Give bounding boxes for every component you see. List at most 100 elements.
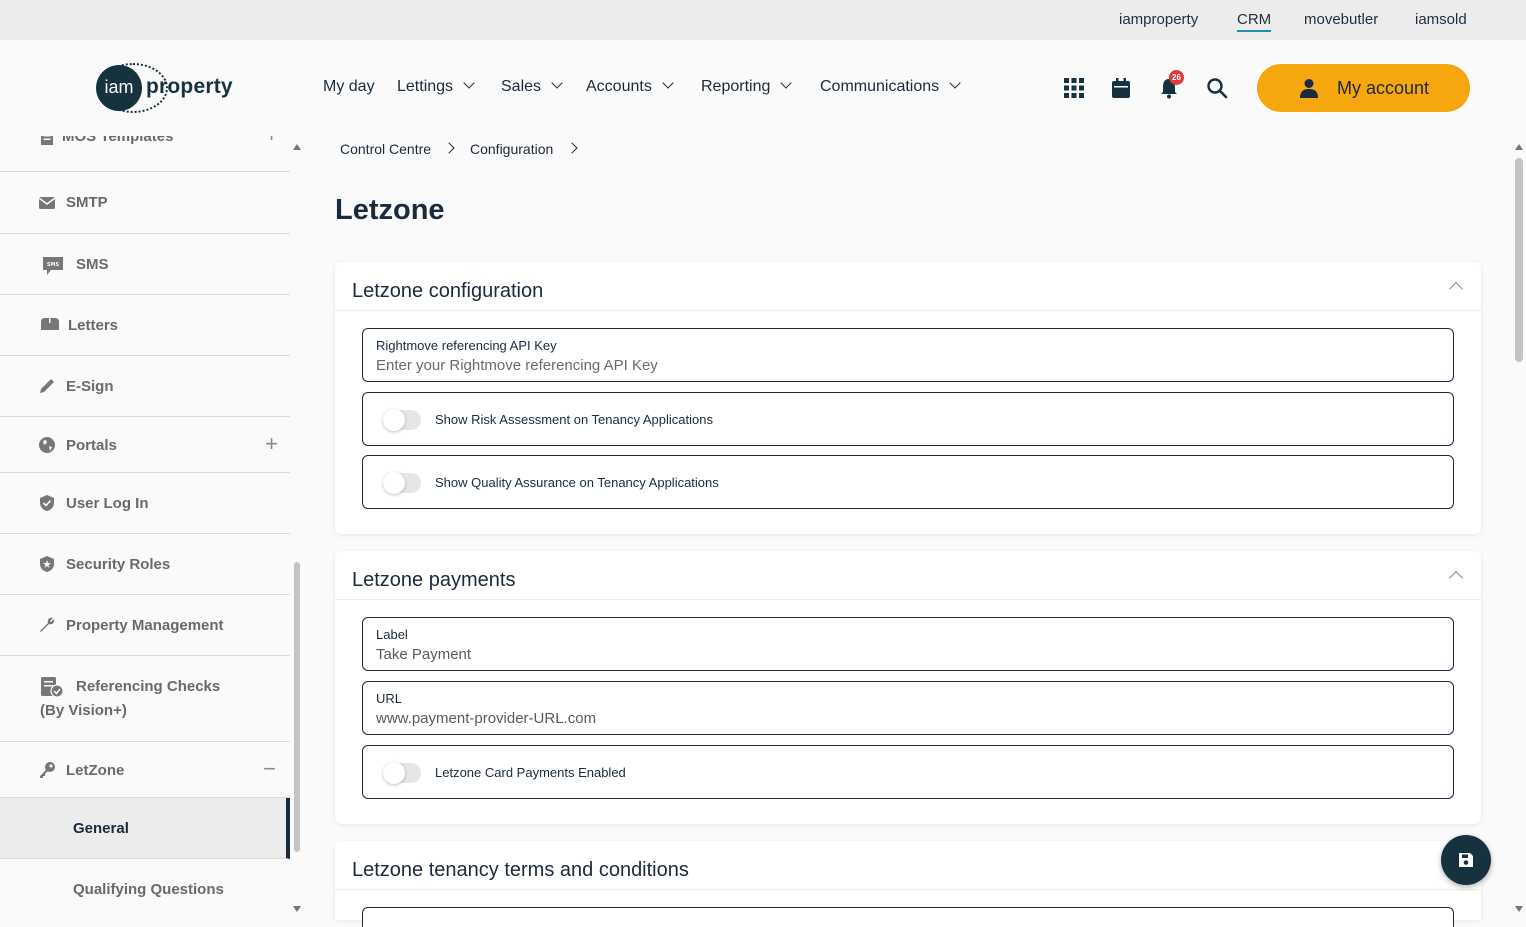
sidebar-item-mos-templates[interactable]: MOS Templates + <box>0 136 290 172</box>
my-account-label: My account <box>1337 78 1430 98</box>
my-account-button[interactable]: My account <box>1257 64 1470 112</box>
collapse-minus-icon[interactable]: − <box>263 756 276 782</box>
payment-url-input[interactable] <box>376 710 1436 727</box>
config-sidebar: MOS Templates + SMTP SMS SMS Letters E-S… <box>0 136 290 920</box>
sidebar-item-letters[interactable]: Letters <box>0 295 290 356</box>
breadcrumb-control-centre[interactable]: Control Centre <box>340 141 431 157</box>
letzone-payments-card: Letzone payments Label URL Letzone Card … <box>335 551 1481 824</box>
top-product-bar: iamproperty CRM movebutler iamsold <box>0 0 1526 40</box>
chevron-up-icon[interactable] <box>1448 570 1464 586</box>
apps-grid-icon[interactable] <box>1063 77 1085 99</box>
main-scroll-down-icon[interactable] <box>1515 906 1523 912</box>
card-payments-toggle-row[interactable]: Letzone Card Payments Enabled <box>362 745 1454 799</box>
topbar-link-iamsold[interactable]: iamsold <box>1415 11 1467 28</box>
toggle-knob <box>383 409 405 431</box>
chevron-down-icon <box>551 77 563 89</box>
field-label: Rightmove referencing API Key <box>376 338 557 353</box>
key-icon <box>40 762 55 778</box>
document-icon <box>41 136 53 145</box>
shield-icon <box>40 495 54 511</box>
topbar-link-movebutler[interactable]: movebutler <box>1304 11 1378 28</box>
sidebar-item-e-sign[interactable]: E-Sign <box>0 356 290 417</box>
sidebar-item-portals[interactable]: Portals + <box>0 417 290 473</box>
nav-label: My day <box>323 78 375 95</box>
section-title: Letzone payments <box>352 569 516 591</box>
save-button[interactable] <box>1441 835 1491 885</box>
expand-plus-icon[interactable]: + <box>265 431 278 457</box>
nav-label: Communications <box>820 78 940 95</box>
sidebar-item-security-roles[interactable]: Security Roles <box>0 534 290 595</box>
letzone-configuration-card: Letzone configuration Rightmove referenc… <box>335 262 1481 534</box>
sidebar-item-label: User Log In <box>66 495 149 512</box>
main-scrollbar[interactable] <box>1512 136 1526 920</box>
search-icon[interactable] <box>1206 77 1228 99</box>
main-scroll-up-icon[interactable] <box>1515 144 1523 150</box>
terms-field[interactable] <box>362 907 1454 927</box>
calendar-icon[interactable] <box>1110 77 1132 99</box>
sms-icon: SMS <box>43 257 63 275</box>
envelope-icon <box>38 197 56 209</box>
quality-assurance-toggle[interactable] <box>383 472 421 494</box>
section-divider <box>335 310 1481 311</box>
sidebar-item-label: Security Roles <box>66 556 171 573</box>
topbar-link-iamproperty[interactable]: iamproperty <box>1119 11 1198 28</box>
topbar-link-crm[interactable]: CRM <box>1237 11 1272 32</box>
nav-lettings[interactable]: Lettings <box>397 77 475 96</box>
toggle-knob <box>383 762 405 784</box>
section-divider <box>335 599 1481 600</box>
card-payments-toggle[interactable] <box>383 762 421 784</box>
floppy-disk-icon <box>1459 853 1473 867</box>
chevron-down-icon <box>463 77 475 89</box>
chevron-right-icon <box>566 142 578 154</box>
sidebar-subitem-qualifying-questions[interactable]: Qualifying Questions <box>0 859 290 920</box>
expand-plus-icon[interactable]: + <box>265 136 278 148</box>
sidebar-scrollbar[interactable] <box>290 136 304 920</box>
sidebar-item-label: General <box>73 820 129 837</box>
sidebar-item-label: MOS Templates <box>62 136 174 145</box>
chevron-down-icon <box>949 77 961 89</box>
sidebar-item-label: SMTP <box>66 194 108 211</box>
main-scroll-thumb[interactable] <box>1515 158 1523 362</box>
sidebar-item-label: Referencing Checks <box>76 678 221 695</box>
api-key-input[interactable] <box>376 357 1436 374</box>
sidebar-item-label: Letters <box>68 317 119 334</box>
field-label: URL <box>376 691 403 706</box>
payment-url-field[interactable]: URL <box>362 681 1454 735</box>
nav-label: Sales <box>501 78 542 95</box>
nav-accounts[interactable]: Accounts <box>586 77 674 96</box>
main-header: iam property My day Lettings Sales Accou… <box>0 40 1526 136</box>
sidebar-item-label: Property Management <box>66 617 224 634</box>
sidebar-item-referencing-checks[interactable]: Referencing Checks (By Vision+) <box>0 656 290 742</box>
sidebar-subitem-general[interactable]: General <box>0 798 290 859</box>
sidebar-item-property-management[interactable]: Property Management <box>0 595 290 656</box>
pencil-icon <box>40 379 54 393</box>
payment-label-input[interactable] <box>376 646 1436 663</box>
breadcrumb-configuration[interactable]: Configuration <box>470 141 553 157</box>
sidebar-scroll-down-icon[interactable] <box>293 906 301 912</box>
risk-assessment-toggle-row[interactable]: Show Risk Assessment on Tenancy Applicat… <box>362 392 1454 446</box>
chevron-down-icon <box>780 77 793 89</box>
mailbox-icon <box>41 317 59 330</box>
section-divider <box>335 889 1481 890</box>
nav-my-day[interactable]: My day <box>323 78 375 96</box>
chevron-right-icon <box>443 142 455 154</box>
sidebar-item-smtp[interactable]: SMTP <box>0 172 290 234</box>
quality-assurance-toggle-row[interactable]: Show Quality Assurance on Tenancy Applic… <box>362 455 1454 509</box>
sidebar-item-sms[interactable]: SMS SMS <box>0 234 290 295</box>
api-key-field[interactable]: Rightmove referencing API Key <box>362 328 1454 382</box>
sidebar-scroll-thumb[interactable] <box>294 562 300 852</box>
sidebar-item-letzone[interactable]: LetZone − <box>0 742 290 798</box>
logo-word: property <box>146 75 233 98</box>
risk-assessment-toggle[interactable] <box>383 409 421 431</box>
logo-mark: iam <box>96 65 142 111</box>
sidebar-scroll-up-icon[interactable] <box>293 144 301 150</box>
sidebar-item-user-log-in[interactable]: User Log In <box>0 473 290 534</box>
nav-reporting[interactable]: Reporting <box>701 77 793 96</box>
payment-label-field[interactable]: Label <box>362 617 1454 671</box>
iamproperty-logo[interactable]: iam property <box>96 63 236 113</box>
sidebar-item-label-secondary: (By Vision+) <box>40 702 127 719</box>
nav-communications[interactable]: Communications <box>820 77 961 96</box>
nav-sales[interactable]: Sales <box>501 77 563 96</box>
sidebar-item-label: Qualifying Questions <box>73 881 224 898</box>
chevron-up-icon[interactable] <box>1448 281 1464 297</box>
